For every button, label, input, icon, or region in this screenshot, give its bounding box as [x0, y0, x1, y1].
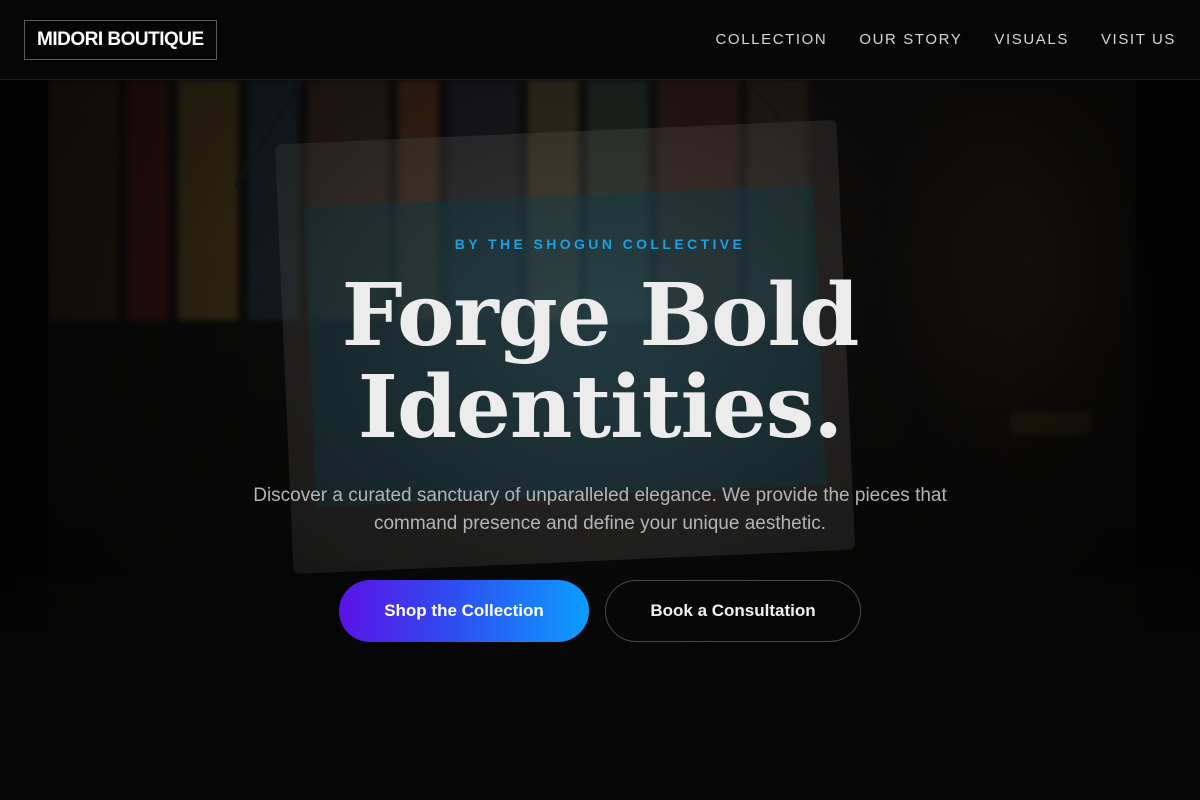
nav-link-collection[interactable]: COLLECTION	[716, 31, 828, 48]
nav-link-visit-us[interactable]: VISIT US	[1101, 31, 1176, 48]
nav-link-visuals[interactable]: VISUALS	[994, 31, 1069, 48]
hero-description: Discover a curated sanctuary of unparall…	[253, 485, 947, 534]
hero-headline-line-1: Forge Bold	[341, 265, 860, 366]
hero-eyebrow: BY THE SHOGUN COLLECTIVE	[454, 236, 746, 252]
brand-logo[interactable]: MIDORI BOUTIQUE	[24, 19, 217, 60]
site-header: MIDORI BOUTIQUE COLLECTION OUR STORY VIS…	[0, 0, 1200, 80]
nav-link-our-story[interactable]: OUR STORY	[859, 31, 962, 48]
hero-actions: Shop the Collection Book a Consultation	[339, 580, 861, 642]
hero-section: BY THE SHOGUN COLLECTIVE Forge Bold Iden…	[0, 0, 1200, 800]
shop-collection-button[interactable]: Shop the Collection	[339, 580, 589, 642]
landing-page: MIDORI BOUTIQUE COLLECTION OUR STORY VIS…	[0, 0, 1200, 800]
main-nav: COLLECTION OUR STORY VISUALS VISIT US	[716, 31, 1177, 48]
hero-headline-line-2: Identities.	[357, 357, 843, 458]
book-consultation-button[interactable]: Book a Consultation	[605, 580, 861, 642]
hero-headline: Forge Bold Identities.	[341, 265, 860, 458]
